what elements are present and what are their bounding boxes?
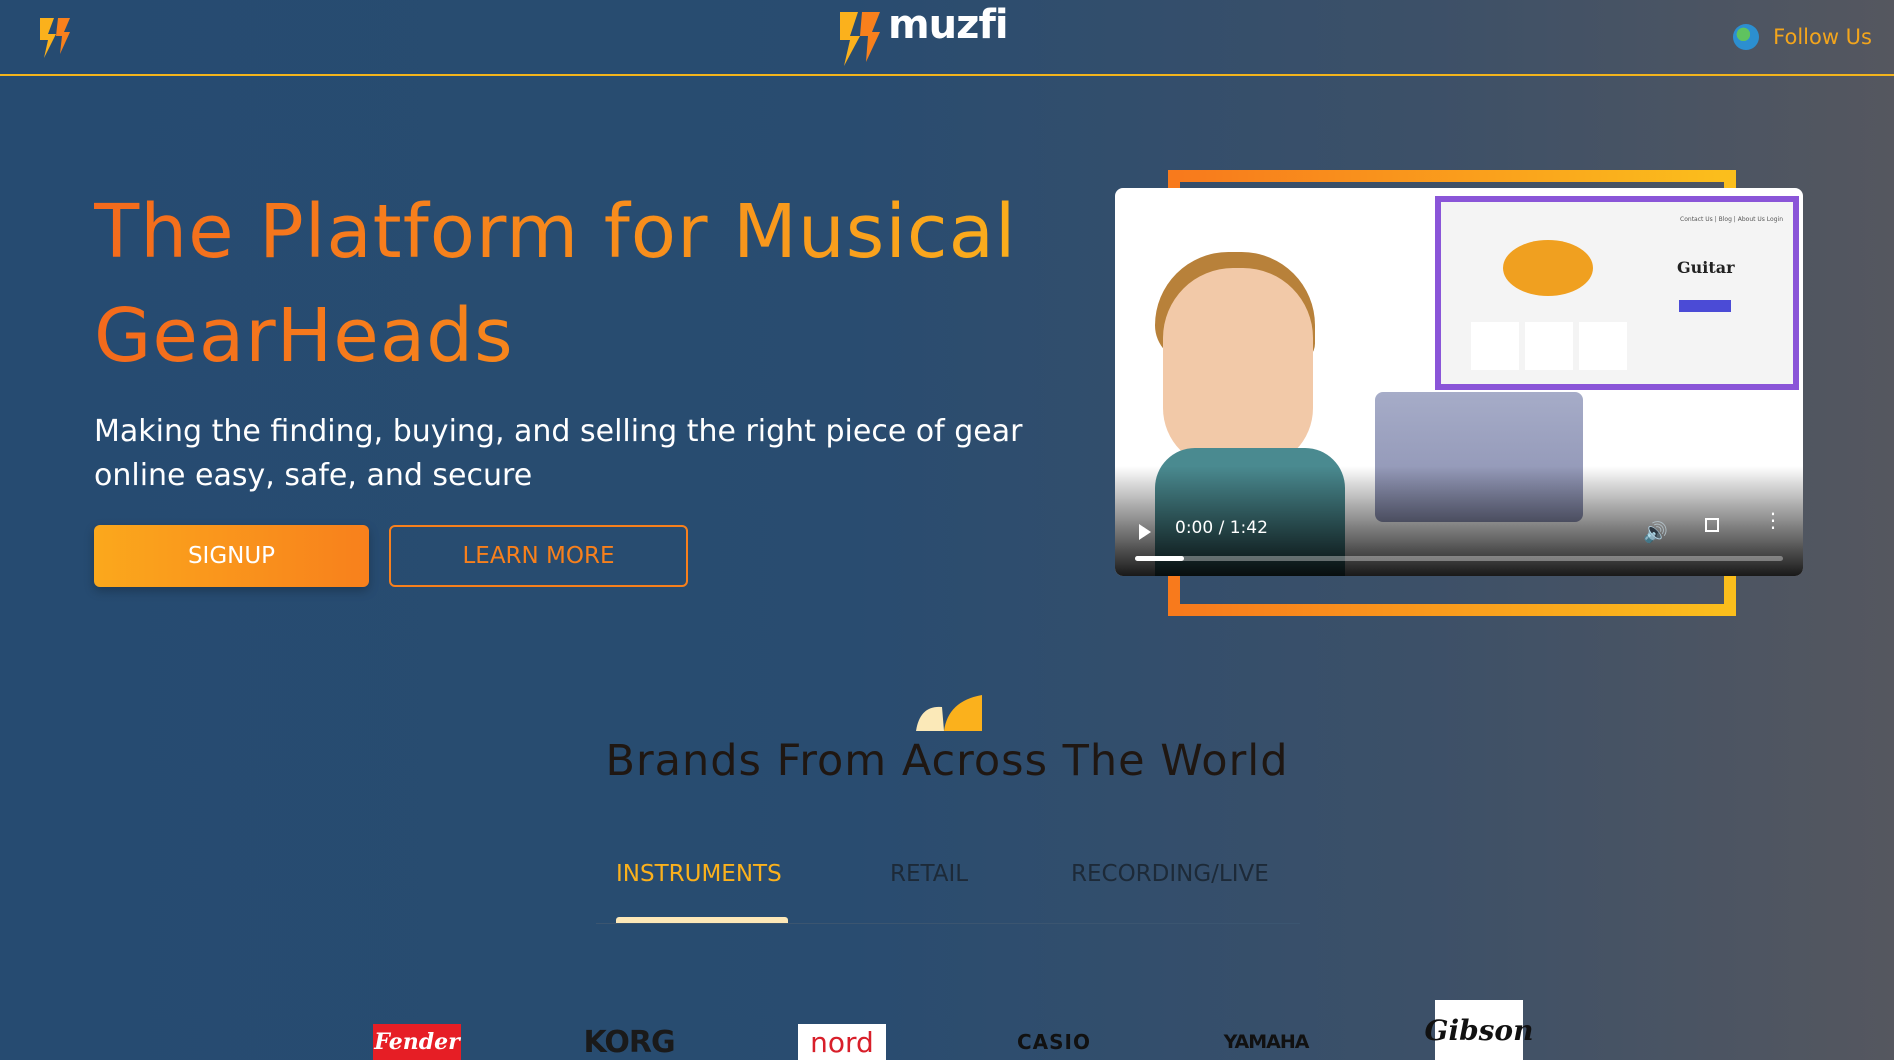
mockup-product-title: Guitar xyxy=(1677,258,1735,277)
hero-title: The Platform for Musical GearHeads xyxy=(94,180,1054,388)
tabs-divider xyxy=(596,923,1300,924)
fender-logo[interactable]: Fender xyxy=(373,1024,461,1060)
guitar-image xyxy=(1503,240,1593,296)
globe-icon xyxy=(1733,24,1760,50)
volume-icon[interactable]: 🔊 xyxy=(1643,520,1668,544)
nord-logo[interactable]: nord xyxy=(798,1024,886,1060)
video-progress-fill xyxy=(1135,556,1184,561)
active-tab-indicator xyxy=(616,917,788,923)
signup-button[interactable]: SIGNUP xyxy=(94,525,369,587)
tab-instruments[interactable]: INSTRUMENTS xyxy=(616,861,782,887)
video-progress-bar[interactable] xyxy=(1135,556,1783,561)
lightning-brand-icon xyxy=(840,12,880,66)
cartoon-face xyxy=(1163,268,1313,468)
brand-logos-row: Fender KORG nord CASIO YAMAHA Gibson xyxy=(0,996,1894,1060)
learn-more-button[interactable]: LEARN MORE xyxy=(389,525,688,587)
video-controls: 0:00 / 1:42 🔊 ⋮ xyxy=(1115,504,1803,576)
promo-video-player[interactable]: Contact Us | Blog | About Us Login Guita… xyxy=(1115,188,1803,576)
video-time: 0:00 / 1:42 xyxy=(1175,518,1268,538)
muzfi-logo[interactable]: muzfi xyxy=(836,2,1009,70)
product-thumbnail xyxy=(1525,322,1573,370)
brand-name: muzfi xyxy=(888,2,1009,48)
product-thumbnail xyxy=(1579,322,1627,370)
mockup-nav: Contact Us | Blog | About Us Login xyxy=(1680,216,1783,223)
tab-retail[interactable]: RETAIL xyxy=(890,861,968,887)
casio-logo[interactable]: CASIO xyxy=(1010,1030,1098,1054)
korg-logo[interactable]: KORG xyxy=(583,1024,675,1060)
brand-category-tabs: INSTRUMENTS RETAIL RECORDING/LIVE xyxy=(596,845,1300,925)
more-options-icon[interactable]: ⋮ xyxy=(1763,510,1783,530)
follow-us-link[interactable]: Follow Us xyxy=(1733,24,1872,50)
leaf-icon xyxy=(916,695,982,731)
hero-subtitle: Making the finding, buying, and selling … xyxy=(94,414,1023,493)
follow-us-label: Follow Us xyxy=(1773,25,1872,49)
product-thumbnail xyxy=(1471,322,1519,370)
play-icon[interactable] xyxy=(1139,524,1151,540)
top-navigation-bar: muzfi Follow Us xyxy=(0,0,1894,76)
inner-website-mockup: Contact Us | Blog | About Us Login Guita… xyxy=(1435,196,1799,390)
yamaha-logo[interactable]: YAMAHA xyxy=(1224,1030,1310,1054)
brands-section-title: Brands From Across The World xyxy=(605,736,1289,786)
mockup-shop-button xyxy=(1679,300,1731,312)
lightning-logo-icon[interactable] xyxy=(34,14,76,62)
gibson-logo[interactable]: Gibson xyxy=(1425,1000,1533,1060)
tab-recording-live[interactable]: RECORDING/LIVE xyxy=(1071,861,1269,887)
fullscreen-icon[interactable] xyxy=(1705,518,1719,532)
